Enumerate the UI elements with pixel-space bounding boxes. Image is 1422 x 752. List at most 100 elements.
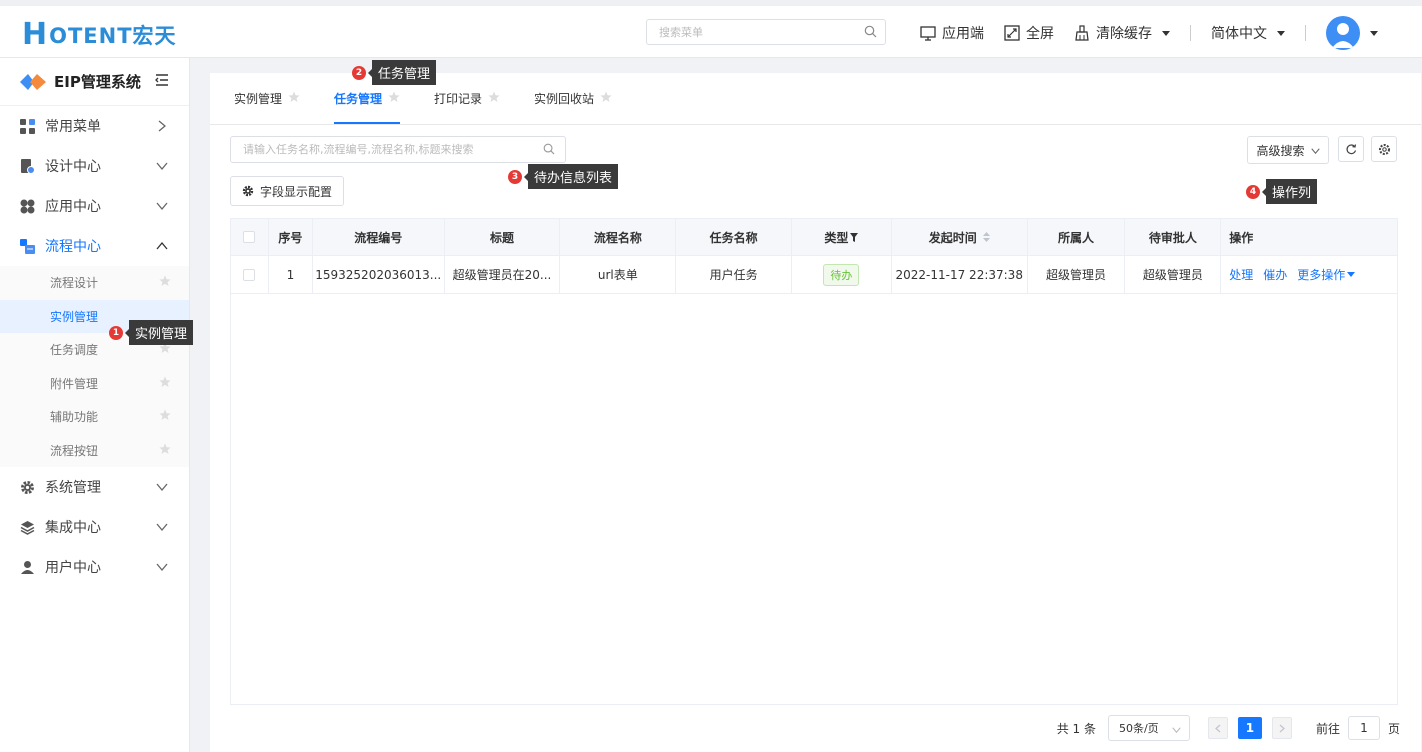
chevron-down-icon [155,199,169,213]
language-select[interactable]: 简体中文 [1211,23,1285,43]
monitor-icon [920,25,936,41]
start-time-column-header[interactable]: 发起时间 [892,219,1028,255]
column-header: 待审批人 [1125,219,1222,255]
sidebar-item-user-center[interactable]: 用户中心 [0,547,189,587]
column-header-label: 发起时间 [928,230,977,245]
sidebar-item-app-center[interactable]: 应用中心 [0,186,189,226]
callout-text: 实例管理 [124,320,194,345]
tab-label: 实例管理 [234,91,283,106]
avatar[interactable] [1326,16,1360,50]
language-label: 简体中文 [1211,26,1267,42]
menu-search[interactable] [646,19,886,45]
subitem-label: 附件管理 [50,376,99,391]
star-icon[interactable] [159,443,171,458]
settings-button[interactable] [1371,136,1397,162]
status-badge: 待办 [823,263,860,286]
hotent-logo[interactable]: H OTENT宏天 [22,18,177,52]
tab-instance-mgmt[interactable]: 实例管理 [234,72,300,124]
clear-cache-button[interactable]: 清除缓存 [1074,23,1170,43]
sidebar-item-label: 集成中心 [45,520,101,536]
sidebar-subitem-auxiliary[interactable]: 辅助功能 [0,400,189,434]
task-name-cell: 用户任务 [676,256,793,293]
task-search-input[interactable] [231,137,531,162]
menu-fold-icon[interactable] [155,73,169,90]
index-cell: 1 [269,256,313,293]
sidebar-item-flow-center[interactable]: 流程中心 [0,226,189,266]
star-icon[interactable] [159,409,171,424]
page-size-label: 50条/页 [1118,722,1159,735]
star-icon[interactable] [159,376,171,391]
callout-badge: 1 [109,325,123,340]
type-cell: 待办 [792,256,892,293]
column-header-label: 类型 [824,230,849,245]
filter-icon[interactable] [850,232,859,242]
callout-text: 任务管理 [367,60,437,85]
sidebar-item-system[interactable]: 系统管理 [0,467,189,507]
star-icon[interactable] [159,275,171,290]
type-column-header[interactable]: 类型 [792,219,892,255]
chevron-left-icon [1215,724,1221,732]
user-menu[interactable] [1326,16,1378,50]
refresh-button[interactable] [1338,136,1364,162]
sidebar-subitem-flow-design[interactable]: 流程设计 [0,266,189,300]
user-icon [21,560,34,574]
star-icon[interactable] [600,91,612,106]
field-config-button[interactable]: 字段显示配置 [230,176,344,206]
column-header: 流程编号 [313,219,445,255]
header-divider [1190,25,1191,41]
sidebar-item-design[interactable]: 设计中心 [0,146,189,186]
tab-print-records[interactable]: 打印记录 [434,72,500,124]
row-checkbox[interactable] [243,268,256,281]
logo-text: OTENT宏天 [49,24,177,48]
select-all-checkbox[interactable] [243,231,256,243]
sidebar-subitem-attachment[interactable]: 附件管理 [0,367,189,401]
goto-page-input[interactable]: 1 [1347,716,1380,740]
search-icon[interactable] [864,25,877,42]
sidebar-item-label: 流程中心 [45,239,101,255]
sidebar-item-common[interactable]: 常用菜单 [0,106,189,146]
sort-icon[interactable] [982,232,990,242]
handle-link[interactable]: 处理 [1229,266,1253,283]
chevron-down-icon [155,159,169,173]
flow-name-cell: url表单 [560,256,677,293]
task-search[interactable] [230,136,566,163]
page-size-select[interactable]: 50条/页 [1107,715,1190,741]
advanced-search-button[interactable]: 高级搜索 [1247,136,1329,164]
chevron-down-icon [1310,143,1320,157]
fullscreen-label: 全屏 [1026,26,1054,42]
more-actions-link[interactable]: 更多操作 [1297,266,1345,283]
prev-page-button[interactable] [1207,717,1228,739]
star-icon[interactable] [288,91,300,106]
fullscreen-button[interactable]: 全屏 [1004,23,1054,43]
layers-icon [20,520,35,535]
callout-text: 待办信息列表 [523,164,619,189]
search-icon[interactable] [543,143,555,159]
sidebar-item-integration[interactable]: 集成中心 [0,507,189,547]
subitem-label: 流程设计 [50,276,99,291]
callout-text: 操作列 [1261,179,1318,204]
next-page-button[interactable] [1271,717,1292,739]
table-row[interactable]: 1 159325202036013... 超级管理员在20... url表单 用… [231,255,1397,294]
tab-instance-recycle[interactable]: 实例回收站 [534,72,612,124]
flow-center-submenu: 流程设计 实例管理 任务调度 附件管理 辅助功能 流程按钮 [0,266,189,467]
app-end-button[interactable]: 应用端 [920,23,984,43]
star-icon[interactable] [488,91,500,106]
page-number-current[interactable]: 1 [1237,717,1262,739]
tab-label: 打印记录 [434,91,483,106]
caret-down-icon[interactable] [1347,272,1356,277]
page-unit-label: 页 [1387,721,1400,736]
sidebar-subitem-flow-buttons[interactable]: 流程按钮 [0,434,189,468]
chevron-right-icon [155,119,169,133]
design-doc-icon [21,158,35,174]
urge-link[interactable]: 催办 [1263,266,1287,283]
tab-label: 任务管理 [334,91,383,106]
select-all-cell [231,219,269,255]
menu-search-input[interactable] [647,20,847,44]
column-header: 标题 [445,219,561,255]
main-panel: 实例管理 任务管理 打印记录 实例回收站 字段显 [210,73,1421,752]
actions-cell: 处理 催办 更多操作 [1221,256,1397,293]
caret-down-icon [1162,30,1170,36]
expand-icon [1004,25,1020,41]
star-icon[interactable] [388,91,400,106]
callout-1: 1 实例管理 [109,320,194,345]
